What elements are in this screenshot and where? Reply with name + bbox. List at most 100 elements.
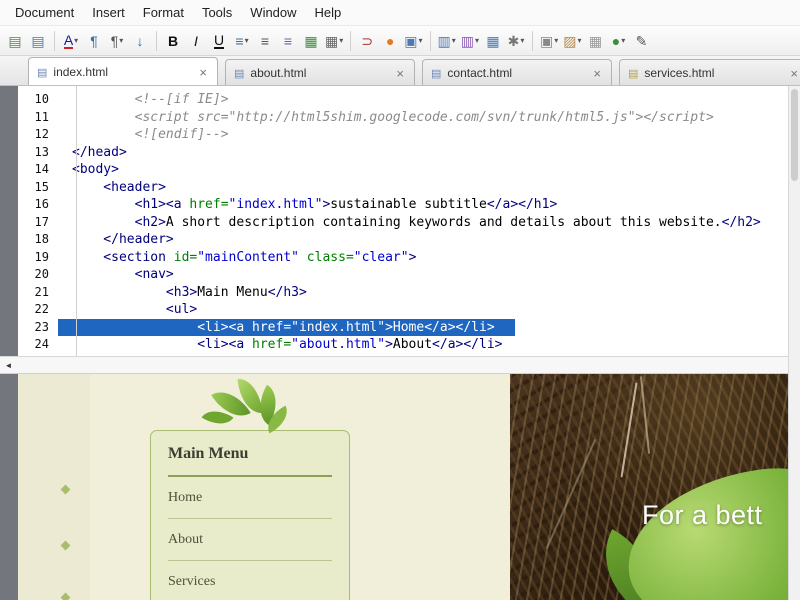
code-line-22[interactable]: 22 <ul> xyxy=(18,301,788,319)
paragraph-marks-icon[interactable]: ¶ xyxy=(83,29,105,53)
design-preview-pane: Main Menu HomeAboutServices For a bett xyxy=(18,374,788,600)
list-icon[interactable]: ≡ xyxy=(277,29,299,53)
file-icon: ▤ xyxy=(37,66,47,79)
code-line-12[interactable]: 12 <![endif]--> xyxy=(18,126,788,144)
hero-caption: For a bett xyxy=(642,500,763,531)
menu-item-document[interactable]: Document xyxy=(6,0,83,25)
web-sphere-icon[interactable]: ● xyxy=(379,29,401,53)
tab-contact.html[interactable]: ▤contact.html× xyxy=(422,59,612,86)
horizontal-scrollbar[interactable]: ◄ xyxy=(0,356,788,374)
tab-close-icon[interactable]: × xyxy=(197,65,209,80)
html-editor-window: DocumentInsertFormatToolsWindowHelp ▤▤A▾… xyxy=(0,0,800,600)
code-line-23[interactable]: 23 <li><a href="index.html">Home</a></li… xyxy=(18,319,788,337)
chevron-down-icon: ▾ xyxy=(475,36,479,45)
underline-icon[interactable]: U xyxy=(208,29,230,53)
line-number: 16 xyxy=(18,196,58,214)
code-line-19[interactable]: 19 <section id="mainContent" class="clea… xyxy=(18,249,788,267)
paragraph-format-icon[interactable]: ¶▾ xyxy=(106,29,128,53)
leaf-bullet-decoration xyxy=(61,593,71,600)
chart-columns-icon[interactable]: ▥▾ xyxy=(436,29,458,53)
tab-index.html[interactable]: ▤index.html× xyxy=(28,57,218,86)
code-text: <section id="mainContent" class="clear"> xyxy=(58,249,430,267)
scroll-left-button[interactable]: ◄ xyxy=(0,357,17,373)
code-text: </head> xyxy=(58,144,141,162)
tab-close-icon[interactable]: × xyxy=(394,66,406,81)
code-line-20[interactable]: 20 <nav> xyxy=(18,266,788,284)
form-icon[interactable]: ▣▾ xyxy=(538,29,560,53)
code-text: </header> xyxy=(58,231,188,249)
hero-twig-decoration xyxy=(546,439,597,549)
vertical-scrollbar-thumb[interactable] xyxy=(791,89,798,181)
tab-label: services.html xyxy=(644,66,788,80)
publish-globe-icon[interactable]: ●▾ xyxy=(608,29,630,53)
line-number: 22 xyxy=(18,301,58,319)
code-line-11[interactable]: 11 <script src="http://html5shim.googlec… xyxy=(18,109,788,127)
window-layout-icon[interactable]: ▣▾ xyxy=(402,29,424,53)
vertical-scrollbar[interactable] xyxy=(788,86,800,600)
preview-menu-item-home[interactable]: Home xyxy=(168,477,332,519)
code-line-14[interactable]: 14<body> xyxy=(18,161,788,179)
bold-icon[interactable]: B xyxy=(162,29,184,53)
justify-icon[interactable]: ≡ xyxy=(254,29,276,53)
anchor-icon[interactable]: ⊃ xyxy=(356,29,378,53)
new-from-template-icon[interactable]: ▤ xyxy=(27,29,49,53)
code-line-16[interactable]: 16 <h1><a href="index.html">sustainable … xyxy=(18,196,788,214)
code-line-13[interactable]: 13</head> xyxy=(18,144,788,162)
preview-menu-title: Main Menu xyxy=(168,445,332,477)
preview-menu-item-services[interactable]: Services xyxy=(168,561,332,600)
leaf-cluster-graphic xyxy=(203,378,295,440)
tab-close-icon[interactable]: × xyxy=(591,66,603,81)
italic-icon[interactable]: I xyxy=(185,29,207,53)
calendar-icon[interactable]: ▦ xyxy=(585,29,607,53)
tab-close-icon[interactable]: × xyxy=(788,66,800,81)
edit-pencil-icon[interactable]: ✎ xyxy=(631,29,653,53)
toolbar-separator xyxy=(54,31,55,51)
chevron-down-icon: ▾ xyxy=(621,36,625,45)
code-text: <!--[if IE]> xyxy=(58,91,243,109)
table-menu-icon[interactable]: ▦▾ xyxy=(323,29,345,53)
code-line-18[interactable]: 18 </header> xyxy=(18,231,788,249)
code-text: <body> xyxy=(58,161,133,179)
font-color-icon[interactable]: A▾ xyxy=(60,29,82,53)
tab-services.html[interactable]: ▤services.html× xyxy=(619,59,800,86)
line-number: 15 xyxy=(18,179,58,197)
chevron-down-icon: ▾ xyxy=(245,36,249,45)
menu-item-insert[interactable]: Insert xyxy=(83,0,134,25)
menu-item-tools[interactable]: Tools xyxy=(193,0,241,25)
code-line-15[interactable]: 15 <header> xyxy=(18,179,788,197)
new-document-icon[interactable]: ▤ xyxy=(4,29,26,53)
preview-menu-item-about[interactable]: About xyxy=(168,519,332,561)
align-icon[interactable]: ≡▾ xyxy=(231,29,253,53)
chevron-down-icon: ▾ xyxy=(418,36,422,45)
import-icon[interactable]: ↓ xyxy=(129,29,151,53)
chart-bars-icon[interactable]: ▥▾ xyxy=(459,29,481,53)
code-line-17[interactable]: 17 <h2>A short description containing ke… xyxy=(18,214,788,232)
line-number: 17 xyxy=(18,214,58,232)
gear-icon[interactable]: ✱▾ xyxy=(505,29,527,53)
chevron-down-icon: ▾ xyxy=(119,36,123,45)
palette-icon[interactable]: ▨▾ xyxy=(561,29,583,53)
leaf-bullet-decoration xyxy=(61,541,71,551)
tab-about.html[interactable]: ▤about.html× xyxy=(225,59,415,86)
menu-item-format[interactable]: Format xyxy=(134,0,193,25)
toolbar-separator xyxy=(532,31,533,51)
code-text: <ul> xyxy=(58,301,211,319)
code-line-21[interactable]: 21 <h3>Main Menu</h3> xyxy=(18,284,788,302)
menu-item-window[interactable]: Window xyxy=(241,0,305,25)
toolbar: ▤▤A▾¶¶▾↓BIU≡▾≡≡▦▦▾⊃●▣▾▥▾▥▾▦✱▾▣▾▨▾▦●▾✎ xyxy=(0,26,800,56)
preview-menu-list: HomeAboutServices xyxy=(168,477,332,600)
code-line-10[interactable]: 10 <!--[if IE]> xyxy=(18,91,788,109)
left-gutter-strip xyxy=(0,86,18,600)
file-icon: ▤ xyxy=(234,67,244,80)
code-editor[interactable]: 10 <!--[if IE]>11 <script src="http://ht… xyxy=(18,86,788,356)
leaf-bullet-decoration xyxy=(61,485,71,495)
spreadsheet-icon[interactable]: ▦ xyxy=(482,29,504,53)
menu-item-help[interactable]: Help xyxy=(306,0,351,25)
insert-table-icon[interactable]: ▦ xyxy=(300,29,322,53)
chevron-down-icon: ▾ xyxy=(577,36,581,45)
chevron-down-icon: ▾ xyxy=(554,36,558,45)
preview-menu-card: Main Menu HomeAboutServices xyxy=(150,430,350,600)
code-text: <![endif]--> xyxy=(58,126,243,144)
chevron-down-icon: ▾ xyxy=(520,36,524,45)
code-line-24[interactable]: 24 <li><a href="about.html">About</a></l… xyxy=(18,336,788,354)
